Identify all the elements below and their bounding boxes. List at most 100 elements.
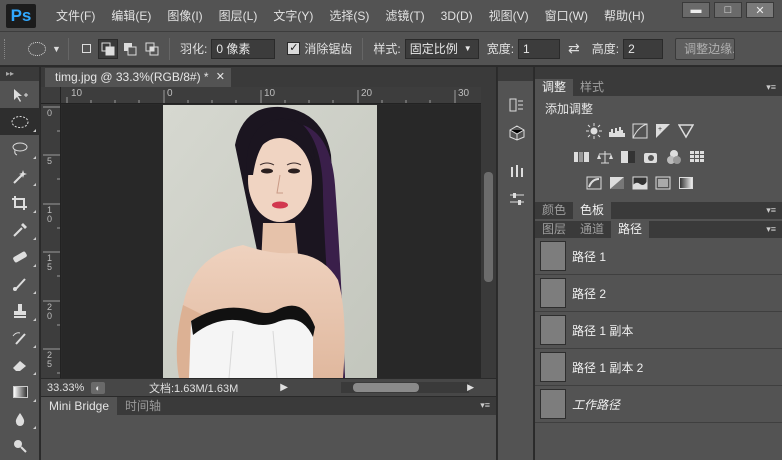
tool-preset-picker[interactable]: ▼ [24,37,62,61]
scroll-thumb[interactable] [353,383,419,392]
tab-channels[interactable]: 通道 [573,221,611,238]
menu-file[interactable]: 文件(F) [48,0,103,32]
elliptical-marquee-tool[interactable] [0,108,40,135]
color-balance-icon[interactable] [596,149,613,166]
move-icon [14,88,28,102]
path-item[interactable]: 路径 1 副本 [535,312,782,349]
minimize-button[interactable]: ▬ [682,2,710,18]
eraser-tool[interactable] [0,351,40,378]
zoom-level[interactable]: 33.33% [41,382,91,394]
tab-swatches[interactable]: 色板 [573,202,612,219]
menu-select[interactable]: 选择(S) [321,0,377,32]
work-path-item[interactable]: 工作路径 [535,386,782,423]
doc-info[interactable]: 文档:1.63M/1.63M [149,380,238,396]
lasso-tool[interactable] [0,135,40,162]
channel-mixer-icon[interactable] [665,149,682,166]
path-item[interactable]: 路径 2 [535,275,782,312]
ruler-origin[interactable] [41,87,61,104]
healing-brush-tool[interactable] [0,243,40,270]
subtract-selection-button[interactable] [120,39,140,59]
move-tool[interactable] [0,81,40,108]
menu-window[interactable]: 窗口(W) [537,0,596,32]
vertical-scrollbar[interactable] [481,87,496,378]
panel-menu-icon[interactable]: ▾≡ [480,400,490,411]
invert-icon[interactable] [585,175,602,192]
tab-layers[interactable]: 图层 [535,221,573,238]
horizontal-scrollbar[interactable] [341,382,469,393]
path-name: 路径 1 副本 [572,323,634,338]
panel-menu-icon[interactable]: ▾≡ [766,224,776,235]
canvas-area[interactable] [62,105,481,378]
dock-header[interactable] [535,67,782,79]
curves-icon[interactable] [631,123,648,140]
tool-presets-icon[interactable] [498,185,535,213]
history-brush-tool[interactable] [0,324,40,351]
tab-adjustments[interactable]: 调整 [535,79,574,96]
color-lookup-icon[interactable] [688,149,705,166]
menu-view[interactable]: 视图(V) [481,0,537,32]
info-icon[interactable]: ◐ [91,381,105,394]
menu-image[interactable]: 图像(I) [159,0,210,32]
dock-collapse[interactable] [498,67,533,81]
document-image[interactable] [163,105,377,378]
toolbar-collapse[interactable]: ▸▸ [0,67,39,81]
brightness-icon[interactable] [585,123,602,140]
play-icon[interactable]: ▶ [280,382,288,393]
posterize-icon[interactable] [608,175,625,192]
menu-help[interactable]: 帮助(H) [596,0,653,32]
path-name: 路径 1 [572,249,607,264]
scroll-right-icon[interactable]: ▶ [467,382,474,393]
magic-wand-tool[interactable] [0,162,40,189]
menu-type[interactable]: 文字(Y) [265,0,321,32]
brush-presets-icon[interactable] [498,157,535,185]
menu-layer[interactable]: 图层(L) [211,0,266,32]
dodge-tool[interactable] [0,432,40,459]
close-tab-icon[interactable]: ✕ [216,68,225,87]
intersect-selection-button[interactable] [142,39,162,59]
exposure-icon[interactable]: + [654,123,671,140]
crop-tool[interactable] [0,189,40,216]
gradient-tool[interactable] [0,378,40,405]
panel-menu-icon[interactable]: ▾≡ [766,82,776,93]
vibrance-icon[interactable] [677,123,694,140]
style-select[interactable]: 固定比例 ▼ [404,38,479,59]
document-tab[interactable]: timg.jpg @ 33.3%(RGB/8#) * ✕ [45,68,231,87]
3d-panel-icon[interactable] [498,119,535,147]
tab-paths[interactable]: 路径 [611,221,650,238]
tab-timeline[interactable]: 时间轴 [117,397,169,415]
eyedropper-tool[interactable] [0,216,40,243]
width-input[interactable]: 1 [518,38,561,59]
menu-edit[interactable]: 编辑(E) [103,0,159,32]
swap-icon[interactable]: ⇄ [568,40,580,57]
tab-mini-bridge[interactable]: Mini Bridge [41,397,118,415]
photo-filter-icon[interactable] [642,149,659,166]
tab-color[interactable]: 颜色 [535,202,573,219]
add-to-selection-button[interactable] [98,38,118,59]
brush-tool[interactable] [0,270,40,297]
black-white-icon[interactable] [619,149,636,166]
maximize-button[interactable]: □ [714,2,742,18]
clone-stamp-tool[interactable] [0,297,40,324]
path-item[interactable]: 路径 1 [535,238,782,275]
history-panel-icon[interactable] [498,91,535,119]
tab-styles[interactable]: 样式 [573,79,611,96]
height-input[interactable]: 2 [623,38,664,59]
new-selection-button[interactable] [76,39,96,59]
scroll-thumb[interactable] [484,172,493,282]
tool-group-indicator [33,210,36,213]
threshold-icon[interactable] [631,175,648,192]
menu-filter[interactable]: 滤镜(T) [377,0,432,32]
feather-input[interactable]: 0 像素 [211,38,276,59]
blur-tool[interactable] [0,405,40,432]
path-item[interactable]: 路径 1 副本 2 [535,349,782,386]
gradient-map-icon[interactable] [677,175,694,192]
antialias-checkbox[interactable]: ✓ [287,42,301,55]
close-button[interactable]: ✕ [746,2,774,18]
hue-saturation-icon[interactable] [573,149,590,166]
selective-color-icon[interactable] [654,175,671,192]
options-grip[interactable] [4,38,8,59]
menu-3d[interactable]: 3D(D) [433,0,481,32]
panel-menu-icon[interactable]: ▾≡ [766,205,776,216]
refine-edge-button[interactable]: 调整边缘... [675,37,736,60]
levels-icon[interactable] [608,123,625,140]
